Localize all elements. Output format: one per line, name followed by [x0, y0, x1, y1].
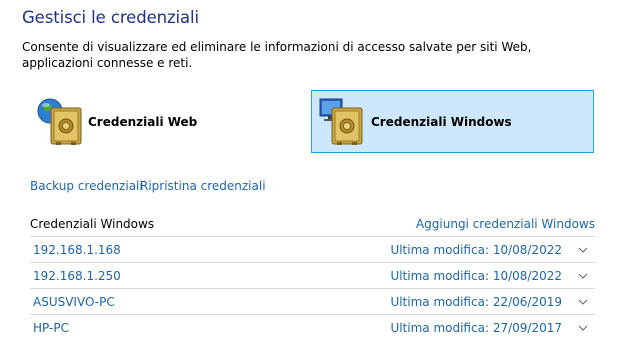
section-title: Credenziali Windows	[30, 217, 155, 231]
credential-row[interactable]: 192.168.1.250 Ultima modifica: 10/08/202…	[30, 262, 595, 288]
windows-credentials-section-header: Credenziali Windows Aggiungi credenziali…	[30, 217, 595, 237]
credential-modified: Ultima modifica: 27/09/2017	[390, 321, 562, 335]
backup-credentials-link[interactable]: Backup credenziali	[30, 179, 143, 193]
credential-modified: Ultima modifica: 10/08/2022	[390, 269, 562, 283]
modified-date: 22/06/2019	[492, 295, 562, 309]
credential-manager-page: Gestisci le credenziali Consente di visu…	[0, 0, 622, 339]
credential-row[interactable]: ASUSVIVO-PC Ultima modifica: 22/06/2019	[30, 288, 595, 314]
add-windows-credential-link[interactable]: Aggiungi credenziali Windows	[416, 217, 595, 231]
web-vault-icon	[36, 96, 84, 148]
modified-label: Ultima modifica:	[390, 295, 489, 309]
windows-credentials-tile[interactable]: Credenziali Windows	[311, 90, 594, 153]
chevron-down-icon[interactable]	[577, 322, 589, 334]
credential-modified: Ultima modifica: 10/08/2022	[390, 243, 562, 257]
credential-row[interactable]: HP-PC Ultima modifica: 27/09/2017	[30, 314, 595, 339]
windows-vault-icon	[317, 96, 365, 148]
credential-name: HP-PC	[33, 321, 69, 335]
chevron-down-icon[interactable]	[577, 244, 589, 256]
credentials-list: 192.168.1.168 Ultima modifica: 10/08/202…	[30, 236, 595, 339]
chevron-down-icon[interactable]	[577, 270, 589, 282]
web-credentials-tile[interactable]: Credenziali Web	[30, 90, 300, 153]
credential-name: 192.168.1.250	[33, 269, 121, 283]
credential-row[interactable]: 192.168.1.168 Ultima modifica: 10/08/202…	[30, 236, 595, 262]
page-description: Consente di visualizzare ed eliminare le…	[22, 40, 532, 70]
page-title: Gestisci le credenziali	[22, 8, 200, 27]
restore-credentials-link[interactable]: Ripristina credenziali	[140, 179, 266, 193]
modified-label: Ultima modifica:	[390, 243, 489, 257]
windows-credentials-label: Credenziali Windows	[371, 115, 512, 129]
modified-date: 27/09/2017	[492, 321, 562, 335]
credential-modified: Ultima modifica: 22/06/2019	[390, 295, 562, 309]
web-credentials-label: Credenziali Web	[88, 115, 198, 129]
credential-name: ASUSVIVO-PC	[33, 295, 115, 309]
modified-label: Ultima modifica:	[390, 321, 489, 335]
chevron-down-icon[interactable]	[577, 296, 589, 308]
modified-date: 10/08/2022	[492, 269, 562, 283]
credential-name: 192.168.1.168	[33, 243, 121, 257]
modified-label: Ultima modifica:	[390, 269, 489, 283]
modified-date: 10/08/2022	[492, 243, 562, 257]
